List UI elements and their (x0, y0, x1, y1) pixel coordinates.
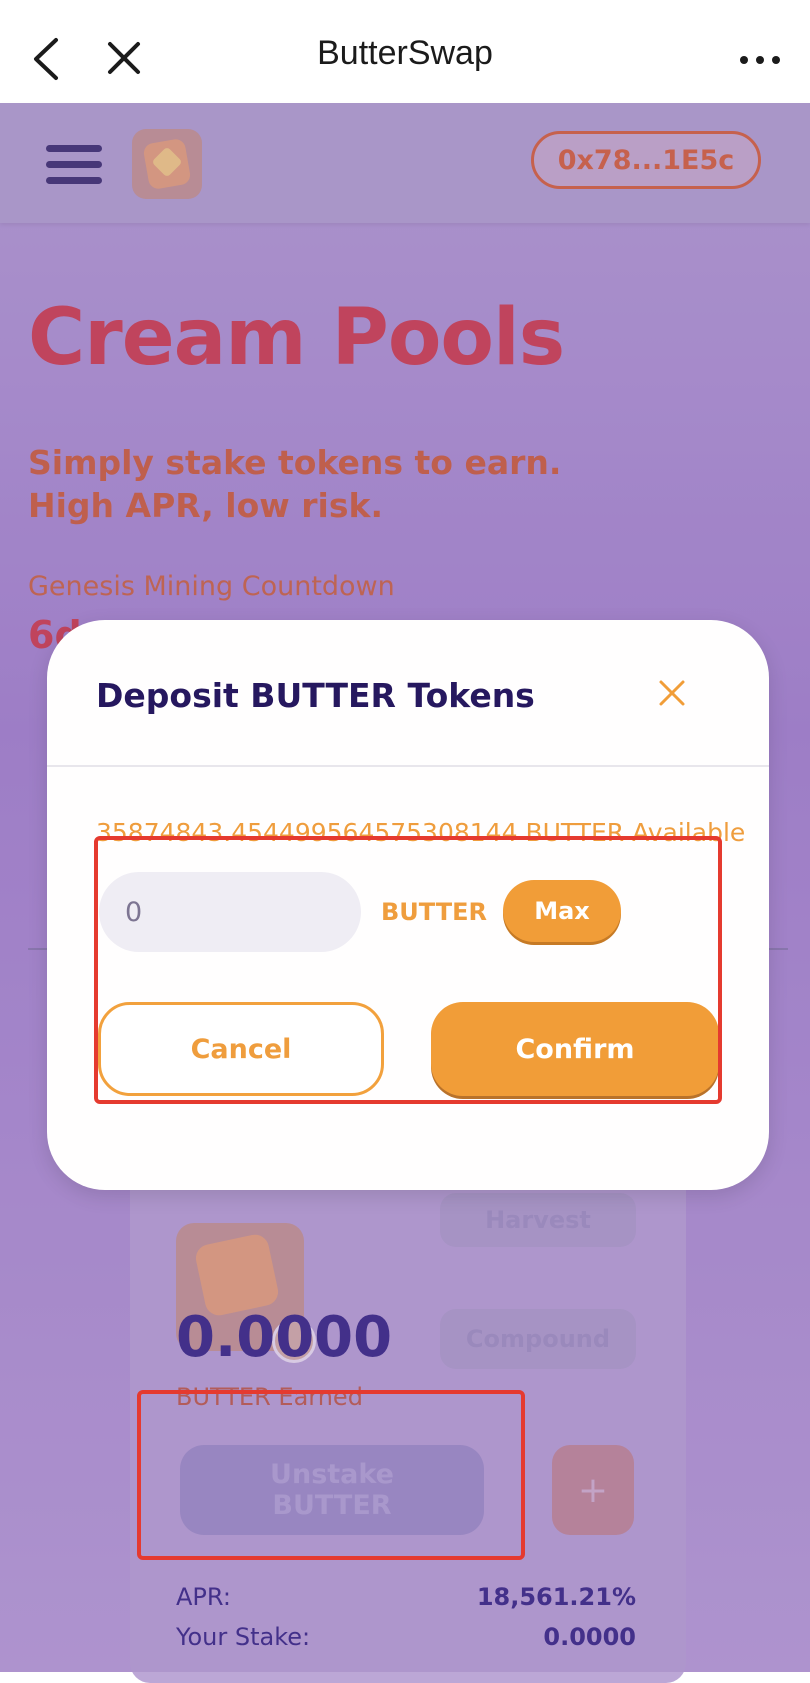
highlight-box-deposit (94, 836, 722, 1104)
browser-top-bar: ButterSwap (0, 0, 810, 104)
modal-title: Deposit BUTTER Tokens (96, 676, 535, 715)
modal-divider (47, 765, 769, 767)
highlight-box-unstake (137, 1390, 525, 1560)
more-options-icon[interactable] (738, 45, 782, 75)
deposit-modal: Deposit BUTTER Tokens 35874843.454499564… (47, 620, 769, 1190)
browser-title: ButterSwap (317, 34, 493, 72)
modal-close-icon[interactable] (657, 678, 687, 708)
